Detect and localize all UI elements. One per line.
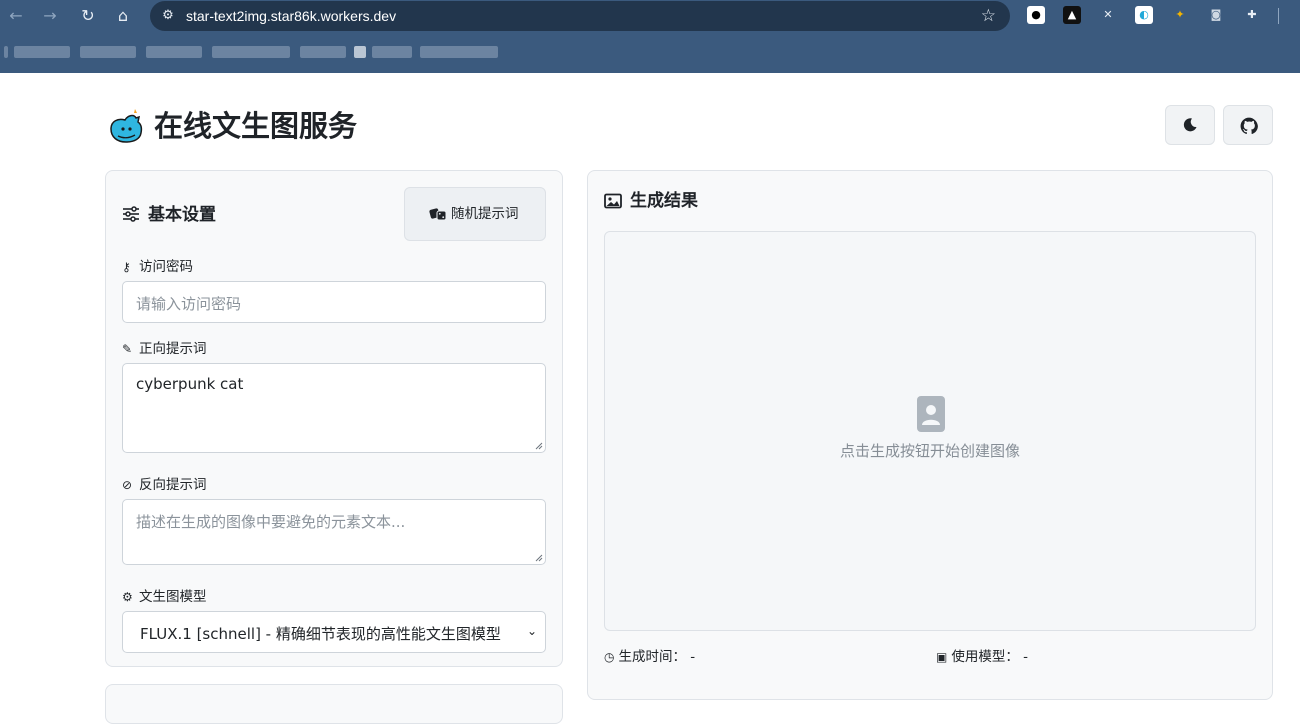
back-button[interactable]: ← bbox=[4, 4, 28, 28]
random-prompt-label: 随机提示词 bbox=[451, 206, 519, 222]
extensions-puzzle-icon[interactable]: ✚ bbox=[1243, 6, 1261, 24]
github-button[interactable] bbox=[1223, 105, 1273, 145]
address-bar[interactable]: ⚙ star-text2img.star86k.workers.dev ☆ bbox=[150, 1, 1010, 31]
github-icon bbox=[1240, 117, 1258, 135]
sliders-icon bbox=[123, 206, 139, 222]
settings-title: 基本设置 bbox=[148, 205, 216, 225]
bookmark-item[interactable] bbox=[14, 46, 70, 58]
advanced-settings-card bbox=[105, 684, 563, 724]
model-selected: FLUX.1 [schnell] - 精确细节表现的高性能文生图模型 bbox=[140, 625, 501, 643]
generation-time-value: - bbox=[690, 649, 696, 665]
dice-icon bbox=[429, 208, 447, 221]
site-info-icon[interactable]: ⚙ bbox=[158, 6, 178, 26]
bookmark-item[interactable] bbox=[212, 46, 290, 58]
bookmark-item[interactable] bbox=[420, 46, 498, 58]
negative-label: ⊘ 反向提示词 bbox=[122, 477, 207, 493]
password-placeholder: 请输入访问密码 bbox=[136, 295, 242, 313]
resize-handle-icon[interactable] bbox=[535, 554, 543, 562]
password-input[interactable]: 请输入访问密码 bbox=[122, 281, 546, 323]
bookmark-item[interactable] bbox=[146, 46, 202, 58]
logo-icon bbox=[110, 109, 143, 143]
magic-wand-icon: ✎ bbox=[122, 342, 133, 356]
extension-icon-5[interactable]: ✦ bbox=[1171, 6, 1189, 24]
result-title: 生成结果 bbox=[630, 191, 698, 211]
chevron-down-icon: ⌄ bbox=[526, 624, 537, 638]
password-label: ⚷ 访问密码 bbox=[122, 259, 193, 275]
toolbar-divider bbox=[1278, 8, 1279, 24]
bookmark-item[interactable] bbox=[80, 46, 136, 58]
prompt-value: cyberpunk cat bbox=[136, 375, 244, 393]
browser-toolbar: ← → ↻ ⌂ ⚙ star-text2img.star86k.workers.… bbox=[0, 0, 1300, 32]
prompt-label: ✎ 正向提示词 bbox=[122, 341, 207, 357]
page-title: 在线文生图服务 bbox=[154, 109, 358, 143]
model-label: ⚙ 文生图模型 bbox=[122, 589, 207, 605]
negative-textarea[interactable]: 描述在生成的图像中要避免的元素文本... bbox=[122, 499, 546, 565]
bookmark-item[interactable] bbox=[354, 46, 366, 58]
used-model-value: - bbox=[1023, 649, 1029, 665]
settings-card: 基本设置 随机提示词 ⚷ 访问密码 请输入访问密码 ✎ 正向提示词 cyberpun… bbox=[105, 170, 563, 667]
generation-time: ◷ 生成时间： - bbox=[604, 649, 696, 665]
resize-handle-icon[interactable] bbox=[535, 442, 543, 450]
browser-chrome: ← → ↻ ⌂ ⚙ star-text2img.star86k.workers.… bbox=[0, 0, 1300, 73]
portrait-icon bbox=[917, 396, 945, 432]
bookmark-item[interactable] bbox=[372, 46, 412, 58]
home-button[interactable]: ⌂ bbox=[111, 4, 135, 28]
ban-icon: ⊘ bbox=[122, 478, 133, 492]
extension-icon-2[interactable]: ▲ bbox=[1063, 6, 1081, 24]
key-icon: ⚷ bbox=[122, 260, 131, 274]
chip-icon: ▣ bbox=[936, 650, 948, 664]
bookmarks-bar bbox=[0, 38, 520, 64]
placeholder-text: 点击生成按钮开始创建图像 bbox=[839, 442, 1020, 460]
extension-icon-1[interactable]: ● bbox=[1027, 6, 1045, 24]
bookmark-item[interactable] bbox=[300, 46, 346, 58]
camera-icon[interactable]: ◙ bbox=[1207, 6, 1225, 24]
reload-button[interactable]: ↻ bbox=[76, 4, 100, 28]
forward-button[interactable]: → bbox=[38, 4, 62, 28]
theme-toggle-button[interactable] bbox=[1165, 105, 1215, 145]
random-prompt-button[interactable]: 随机提示词 bbox=[404, 187, 546, 241]
moon-icon bbox=[1183, 118, 1197, 132]
bookmark-item[interactable] bbox=[4, 46, 8, 58]
image-preview-area: 点击生成按钮开始创建图像 bbox=[604, 231, 1256, 631]
model-select[interactable]: FLUX.1 [schnell] - 精确细节表现的高性能文生图模型 ⌄ bbox=[122, 611, 546, 653]
image-icon bbox=[604, 193, 622, 209]
negative-placeholder: 描述在生成的图像中要避免的元素文本... bbox=[136, 513, 406, 531]
page: 在线文生图服务 基本设置 随机提示词 ⚷ 访问密码 请输入访问密码 ✎ 正向提示… bbox=[0, 73, 1300, 724]
clock-icon: ◷ bbox=[604, 650, 615, 664]
bookmark-star-icon[interactable]: ☆ bbox=[981, 5, 996, 27]
extension-icon-4[interactable]: ◐ bbox=[1135, 6, 1153, 24]
used-model: ▣ 使用模型： - bbox=[936, 649, 1029, 665]
extension-icon-3[interactable]: ✕ bbox=[1099, 6, 1117, 24]
prompt-textarea[interactable]: cyberpunk cat bbox=[122, 363, 546, 453]
robot-icon: ⚙ bbox=[122, 590, 133, 604]
result-card: 生成结果 点击生成按钮开始创建图像 ◷ 生成时间： - ▣ 使用模型： - bbox=[587, 170, 1273, 700]
url-text[interactable]: star-text2img.star86k.workers.dev bbox=[186, 1, 396, 31]
